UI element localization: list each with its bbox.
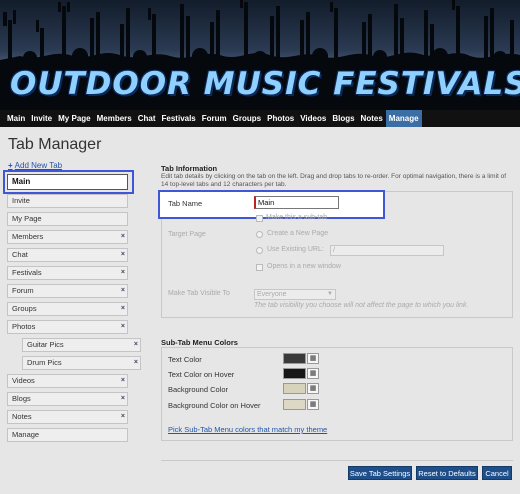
close-icon[interactable]: × <box>121 375 125 387</box>
pick-theme-colors-link[interactable]: Pick Sub-Tab Menu colors that match my t… <box>168 425 327 434</box>
color-swatch[interactable] <box>283 368 306 379</box>
nav-item-groups[interactable]: Groups <box>230 110 264 127</box>
nav-item-festivals[interactable]: Festivals <box>159 110 199 127</box>
color-picker-icon[interactable]: ▦ <box>307 368 319 379</box>
tab-my-page[interactable]: My Page <box>7 212 128 226</box>
tab-invite[interactable]: Invite <box>7 194 128 208</box>
tab-drum-pics[interactable]: Drum Pics × <box>22 356 141 370</box>
close-icon[interactable]: × <box>134 357 138 369</box>
tab-label: Notes <box>12 412 32 421</box>
banner-title: OUTDOOR MUSIC FESTIVALS <box>10 66 520 102</box>
color-label: Background Color <box>168 385 229 394</box>
color-swatch[interactable] <box>283 383 306 394</box>
add-new-tab-label: Add New Tab <box>14 161 63 170</box>
close-icon[interactable]: × <box>121 411 125 423</box>
open-new-window-label: Opens in a new window <box>267 263 341 270</box>
tab-chat[interactable]: Chat × <box>7 248 128 262</box>
tab-label: Videos <box>12 376 35 385</box>
save-tab-settings-button[interactable]: Save Tab Settings <box>348 466 412 480</box>
tab-info-title: Tab Information <box>161 164 218 173</box>
tab-notes[interactable]: Notes × <box>7 410 128 424</box>
nav-item-manage[interactable]: Manage <box>385 110 422 127</box>
close-icon[interactable]: × <box>121 321 125 333</box>
tab-members[interactable]: Members × <box>7 230 128 244</box>
divider <box>161 460 513 461</box>
color-picker-icon[interactable]: ▦ <box>307 383 319 394</box>
use-existing-url-radio[interactable] <box>256 247 263 254</box>
tab-groups[interactable]: Groups × <box>7 302 128 316</box>
close-icon[interactable]: × <box>121 231 125 243</box>
tab-label: My Page <box>12 214 42 223</box>
close-icon[interactable]: × <box>121 393 125 405</box>
tab-label: Manage <box>12 430 40 439</box>
nav-item-my-page[interactable]: My Page <box>55 110 93 127</box>
nav-item-forum[interactable]: Forum <box>199 110 230 127</box>
main-nav: Main Invite My Page Members Chat Festivals For… <box>0 110 520 127</box>
color-picker-icon[interactable]: ▦ <box>307 353 319 364</box>
tab-label: Chat <box>12 250 28 259</box>
tab-guitar-pics[interactable]: Guitar Pics × <box>22 338 141 352</box>
close-icon[interactable]: × <box>121 285 125 297</box>
tab-info-description: Edit tab details by clicking on the tab … <box>161 173 507 188</box>
close-icon[interactable]: × <box>121 303 125 315</box>
tab-label: Blogs <box>12 394 31 403</box>
nav-item-videos[interactable]: Videos <box>297 110 329 127</box>
tab-festivals[interactable]: Festivals × <box>7 266 128 280</box>
page-title: Tab Manager <box>8 136 102 153</box>
tab-videos[interactable]: Videos × <box>7 374 128 388</box>
make-sub-tab-label: Make this a sub-tab <box>266 214 328 221</box>
nav-item-invite[interactable]: Invite <box>28 110 55 127</box>
visible-to-select[interactable]: Everyone ▼ <box>254 289 336 300</box>
make-sub-tab-checkbox[interactable] <box>256 215 263 222</box>
create-new-page-label: Create a New Page <box>267 230 329 237</box>
nav-item-main[interactable]: Main <box>4 110 28 127</box>
tab-blogs[interactable]: Blogs × <box>7 392 128 406</box>
tab-label: Forum <box>12 286 34 295</box>
tab-name-input[interactable]: Main <box>254 196 339 209</box>
color-label: Background Color on Hover <box>168 401 261 410</box>
plus-icon: + <box>8 161 13 170</box>
close-icon[interactable]: × <box>121 249 125 261</box>
color-label: Text Color on Hover <box>168 370 235 379</box>
tab-label: Invite <box>12 196 30 205</box>
nav-item-blogs[interactable]: Blogs <box>329 110 357 127</box>
visible-to-value: Everyone <box>257 291 287 298</box>
nav-item-chat[interactable]: Chat <box>135 110 159 127</box>
tab-main-editing[interactable]: Main <box>7 174 128 190</box>
tab-label: Photos <box>12 322 36 331</box>
color-label: Text Color <box>168 355 202 364</box>
visibility-note: The tab visibility you choose will not a… <box>254 302 469 309</box>
color-swatch[interactable] <box>283 399 306 410</box>
nav-item-members[interactable]: Members <box>94 110 135 127</box>
add-new-tab-link[interactable]: + Add New Tab <box>8 161 62 170</box>
create-new-page-radio[interactable] <box>256 231 263 238</box>
url-input[interactable]: / <box>330 245 444 256</box>
chevron-down-icon: ▼ <box>327 291 333 297</box>
visible-to-label: Make Tab Visible To <box>168 290 230 297</box>
tab-label: Festivals <box>12 268 42 277</box>
tab-photos[interactable]: Photos × <box>7 320 128 334</box>
tab-label: Guitar Pics <box>27 340 64 349</box>
tab-forum[interactable]: Forum × <box>7 284 128 298</box>
tab-label: Groups <box>12 304 37 313</box>
cancel-button[interactable]: Cancel <box>482 466 512 480</box>
nav-item-notes[interactable]: Notes <box>358 110 386 127</box>
site-banner: OUTDOOR MUSIC FESTIVALS <box>0 0 520 110</box>
tab-label: Members <box>12 232 44 241</box>
use-existing-url-label: Use Existing URL: <box>267 246 324 253</box>
color-picker-icon[interactable]: ▦ <box>307 399 319 410</box>
close-icon[interactable]: × <box>134 339 138 351</box>
reset-defaults-button[interactable]: Reset to Defaults <box>416 466 478 480</box>
tab-label: Drum Pics <box>27 358 62 367</box>
target-page-label: Target Page <box>168 231 206 238</box>
subtab-colors-title: Sub-Tab Menu Colors <box>161 338 238 347</box>
tab-manage[interactable]: Manage <box>7 428 128 442</box>
open-new-window-checkbox[interactable] <box>256 264 263 271</box>
nav-item-photos[interactable]: Photos <box>264 110 297 127</box>
color-swatch[interactable] <box>283 353 306 364</box>
tab-name-label: Tab Name <box>168 199 203 208</box>
close-icon[interactable]: × <box>121 267 125 279</box>
